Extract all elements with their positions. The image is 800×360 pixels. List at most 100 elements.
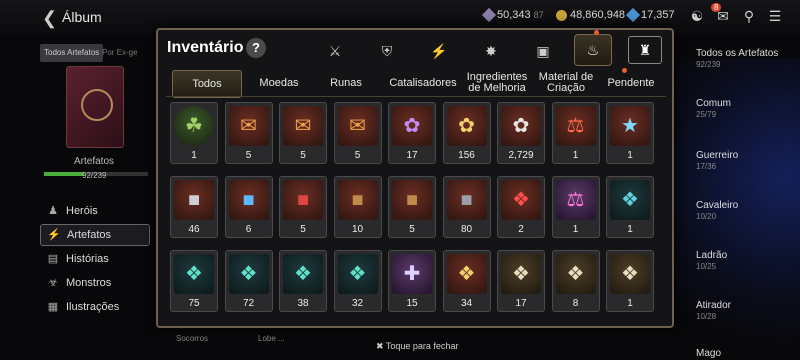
nav-artifacts[interactable]: ⚡ Artefatos [40, 224, 150, 246]
item-quantity: 156 [458, 150, 475, 161]
inventory-item[interactable]: ✚ 15 [388, 250, 436, 312]
purple-rune-icon: ✚ [403, 263, 421, 285]
tab-upgrade-ingredients[interactable]: Ingredientes de Melhoria [462, 70, 532, 96]
inventory-item[interactable]: ☘ 1 [170, 102, 218, 164]
inventory-item[interactable]: ⚖ 1 [551, 102, 600, 164]
lightning-icon: ⚡ [47, 229, 61, 241]
category-mage[interactable]: Mago [696, 348, 721, 359]
category-all-artifacts[interactable]: Todos os Artefatos 92/239 [696, 48, 778, 69]
tab-currencies[interactable]: Moedas [248, 70, 310, 96]
item-quantity: 32 [351, 298, 364, 309]
tab-all[interactable]: Todos [172, 70, 242, 98]
nav-illustrations[interactable]: ▦ Ilustrações [40, 296, 150, 318]
item-frame: ❖ [337, 254, 378, 294]
inventory-item[interactable]: ⚖ 1 [551, 176, 600, 238]
inventory-item[interactable]: ❖ 34 [442, 250, 491, 312]
inventory-item[interactable]: ✉ 5 [224, 102, 273, 164]
avatar-icon[interactable]: ☯ [688, 8, 706, 24]
inventory-item[interactable]: ✿ 2,729 [497, 102, 545, 164]
category-thief[interactable]: Ladrão 10/25 [696, 250, 727, 271]
inventory-item[interactable]: ❖ 8 [551, 250, 600, 312]
inventory-item[interactable]: ✿ 156 [442, 102, 491, 164]
tab-catalysts[interactable]: Catalisadores [380, 70, 466, 96]
item-frame: ❖ [501, 180, 541, 220]
shield-off-icon[interactable]: ⛨ [376, 40, 398, 62]
item-frame: ✿ [501, 106, 541, 146]
people-icon: ♟ [48, 205, 58, 217]
category-common[interactable]: Comum 25/79 [696, 98, 731, 119]
lightning-icon[interactable]: ⚡ [428, 40, 450, 62]
category-warrior[interactable]: Guerreiro 17/36 [696, 150, 738, 171]
item-quantity: 5 [409, 224, 415, 235]
item-frame: ■ [228, 180, 269, 220]
inventory-item[interactable]: ❖ 32 [333, 250, 382, 312]
item-quantity: 2,729 [508, 150, 534, 161]
menu-icon[interactable]: ☰ [766, 8, 784, 24]
nav-monsters[interactable]: ☣ Monstros [40, 272, 150, 294]
book-icon: ▤ [47, 253, 59, 265]
tab-pending[interactable]: Pendente [598, 70, 664, 96]
item-quantity: 17 [406, 150, 418, 161]
spiky-catalyst-icon[interactable]: ✸ [480, 40, 502, 62]
inventory-item[interactable]: ❖ 1 [606, 250, 654, 312]
search-icon[interactable]: ⚲ [740, 8, 758, 24]
inventory-item[interactable]: ✉ 5 [279, 102, 327, 164]
category-ranger[interactable]: Atirador 10/28 [696, 300, 731, 321]
teal-rune-icon: ❖ [185, 263, 203, 285]
item-frame: ✉ [228, 106, 269, 146]
inventory-item[interactable]: ❖ 75 [170, 250, 218, 312]
item-quantity: 1 [627, 298, 633, 309]
help-icon[interactable]: ? [246, 38, 266, 58]
back-arrow-icon[interactable]: ❮ [42, 8, 57, 29]
modal-title: Inventário [167, 39, 244, 56]
inventory-item[interactable]: ❖ 17 [497, 250, 545, 312]
item-frame: ❖ [283, 254, 323, 294]
inventory-item[interactable]: ■ 6 [224, 176, 273, 238]
teal-rune-icon: ❖ [294, 263, 312, 285]
partial-label-mid: Lobe ... [258, 334, 285, 343]
inventory-item[interactable]: ❖ 1 [606, 176, 654, 238]
weapon-icon[interactable]: ⚔ [324, 40, 346, 62]
inventory-item[interactable]: ❖ 2 [497, 176, 545, 238]
dark-chest-icon: ■ [460, 189, 473, 211]
close-hint[interactable]: ✖ Toque para fechar [376, 341, 458, 352]
inventory-item[interactable]: ✿ 17 [388, 102, 436, 164]
inventory-item[interactable]: ✉ 5 [333, 102, 382, 164]
pink-potion-icon: ⚖ [566, 189, 585, 211]
item-quantity: 38 [297, 298, 309, 309]
monster-icon: ☣ [48, 277, 58, 289]
inventory-item[interactable]: ❖ 72 [224, 250, 273, 312]
inventory-item[interactable]: ■ 10 [333, 176, 382, 238]
item-quantity: 1 [191, 150, 197, 161]
nav-heroes[interactable]: ♟ Heróis [40, 200, 150, 222]
tab-crafting-material[interactable]: Material de Criação [536, 70, 596, 96]
category-knight[interactable]: Cavaleiro 10/20 [696, 200, 738, 221]
tab-other[interactable]: Por Ex-ge [98, 44, 142, 62]
item-frame: ■ [392, 180, 432, 220]
castle-icon[interactable]: ♜ [628, 36, 662, 64]
inventory-item[interactable]: ■ 5 [279, 176, 327, 238]
partial-label-left: Socorros [176, 334, 209, 343]
inventory-item[interactable]: ■ 80 [442, 176, 491, 238]
tab-all-artifacts[interactable]: Todos Artefatos [40, 44, 104, 62]
inventory-item[interactable]: ■ 46 [170, 176, 218, 238]
item-frame: ❖ [174, 254, 214, 294]
nav-stories[interactable]: ▤ Histórias [40, 248, 150, 270]
bag-icon[interactable]: ♨ [574, 34, 612, 66]
red-chest-icon: ■ [296, 189, 310, 211]
inventory-item[interactable]: ★ 1 [606, 102, 654, 164]
inventory-item[interactable]: ❖ 38 [279, 250, 327, 312]
skystone-icon [625, 7, 641, 23]
item-frame: ❖ [610, 180, 650, 220]
star-icon: ★ [621, 115, 639, 137]
inventory-item[interactable]: ■ 5 [388, 176, 436, 238]
red-rune-icon: ❖ [512, 189, 530, 211]
inventory-modal: Inventário ? ⚔ ⛨ ⚡ ✸ ▣ ♨ ♜ Todos Moedas … [156, 28, 674, 328]
item-quantity: 8 [572, 298, 579, 309]
item-frame: ❖ [501, 254, 541, 294]
cube-icon[interactable]: ▣ [532, 40, 554, 62]
mail-icon[interactable]: ✉ [714, 8, 732, 24]
tab-runes[interactable]: Runas [316, 70, 376, 96]
sand-rune-icon: ❖ [566, 263, 585, 285]
item-frame: ✉ [337, 106, 378, 146]
